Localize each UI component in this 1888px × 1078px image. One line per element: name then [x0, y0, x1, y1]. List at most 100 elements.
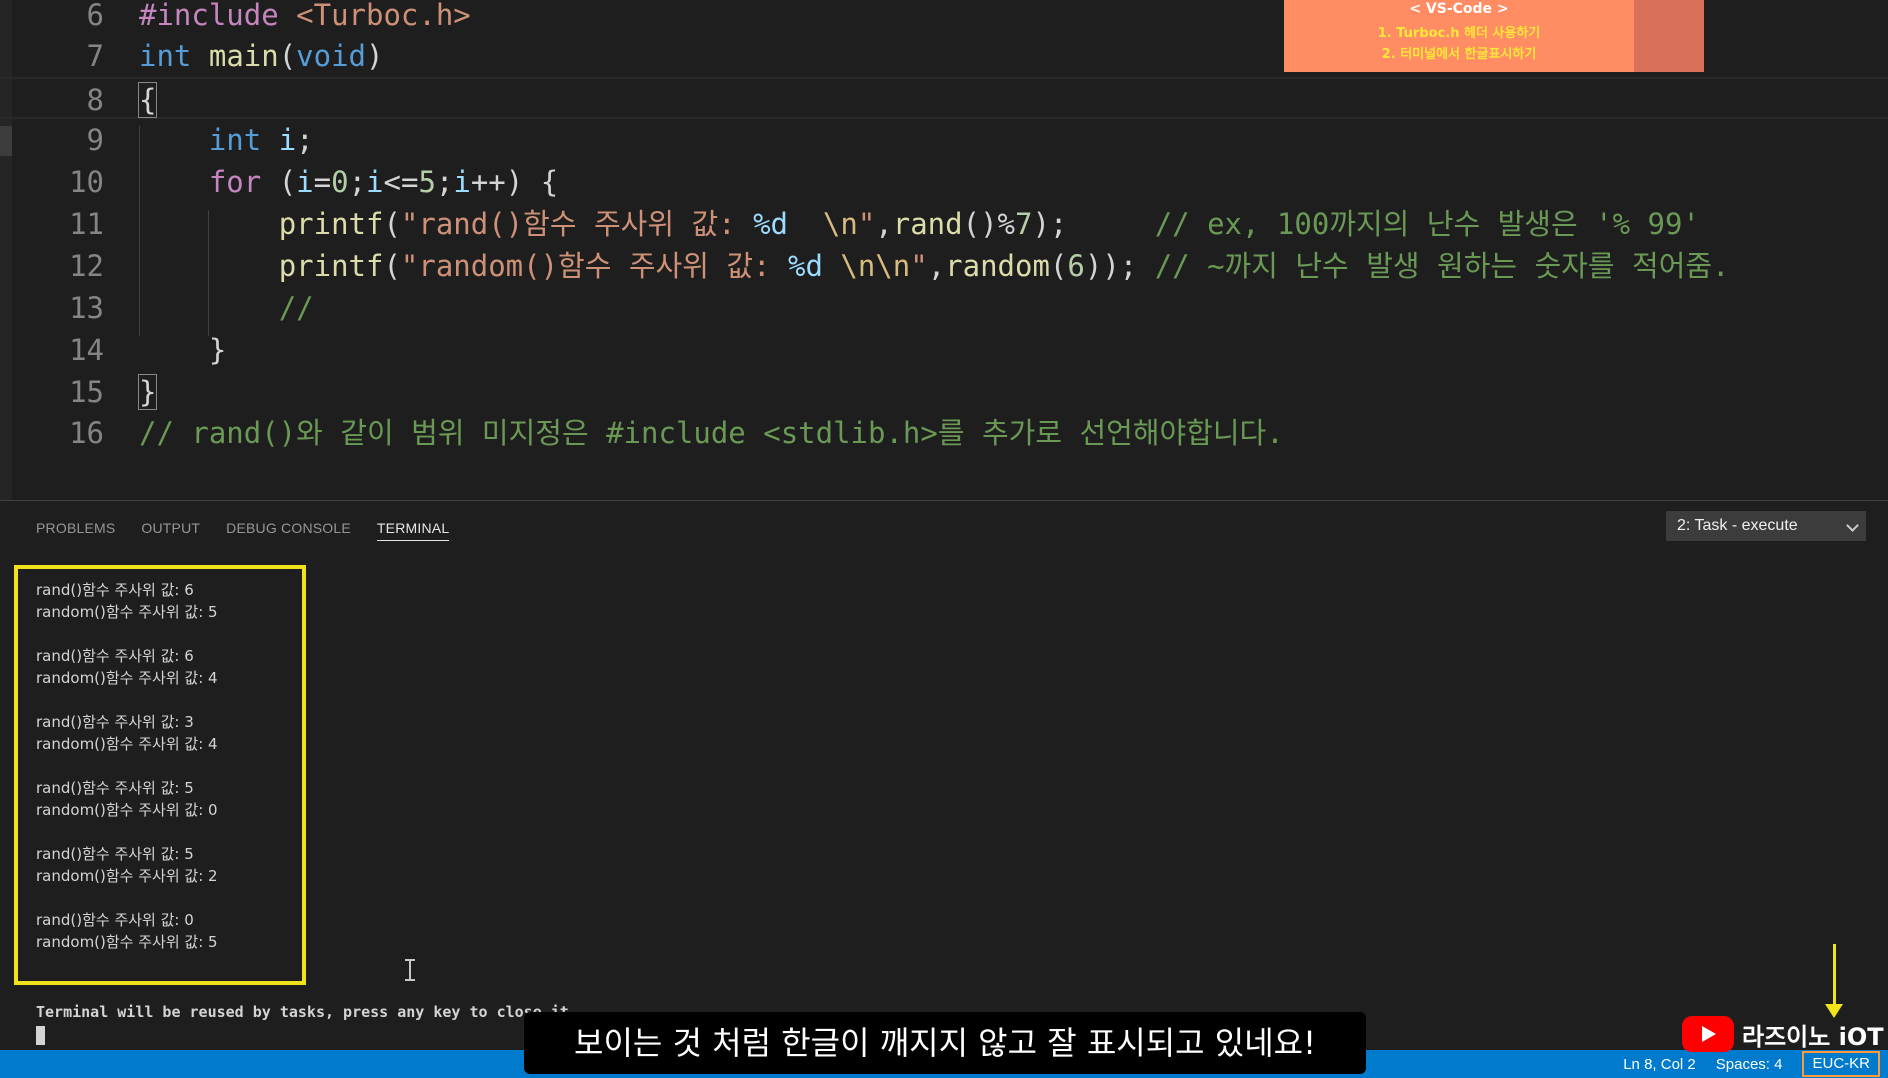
line-number: 10: [69, 165, 104, 199]
token-paren: (: [278, 165, 297, 199]
token-variable: i: [278, 123, 297, 157]
code-line-8[interactable]: 8 {: [0, 77, 1888, 119]
token-function: random: [945, 249, 1050, 283]
token-number: 5: [418, 165, 436, 199]
token-string: "rand()함수 주사위 값:: [400, 207, 754, 241]
line-number: 16: [69, 416, 104, 450]
token-format: %d: [753, 207, 788, 241]
token-string: [788, 207, 823, 241]
code-line-12[interactable]: 12 printf("random()함수 주사위 값: %d \n\n",ra…: [0, 245, 1888, 287]
token-brace: }: [137, 374, 158, 410]
token-function: main: [208, 39, 279, 73]
terminal-line: random()함수 주사위 값: 5: [36, 603, 218, 621]
token-operator: %: [997, 207, 1015, 241]
channel-name: 라즈이노 iOT: [1742, 1022, 1884, 1051]
token-string: ": [857, 207, 876, 241]
token-format: %d: [787, 249, 823, 283]
terminal-line: random()함수 주사위 값: 4: [36, 735, 218, 753]
line-number: 12: [69, 249, 104, 283]
token-paren: (): [962, 207, 998, 241]
token-number: 7: [1015, 207, 1033, 241]
code-editor[interactable]: 6 #include <Turboc.h> 7 int main(void) 8…: [0, 0, 1888, 500]
terminal-cursor: [36, 1026, 45, 1045]
tab-problems[interactable]: PROBLEMS: [36, 517, 115, 547]
token-header: <Turboc.h>: [296, 0, 471, 32]
line-number: 9: [86, 123, 104, 157]
token-semicolon: ;: [348, 165, 367, 199]
line-number: 6: [86, 0, 104, 32]
terminal-output[interactable]: rand()함수 주사위 값: 6 random()함수 주사위 값: 5 ra…: [36, 579, 218, 953]
terminal-reuse-message: Terminal will be reused by tasks, press …: [36, 1003, 578, 1021]
token-comment: // ~까지 난수 발생 원하는 숫자를 적어줌.: [1154, 249, 1730, 283]
terminal-line: random()함수 주사위 값: 2: [36, 867, 218, 885]
token-escape: \n: [822, 207, 858, 241]
token-variable: i: [366, 165, 384, 199]
video-note-overlay: < VS-Code > 1. Turboc.h 헤더 사용하기 2. 터미널에서…: [1284, 0, 1704, 72]
token-string: [823, 249, 840, 283]
line-number: 14: [69, 333, 104, 367]
token-variable: i: [296, 165, 314, 199]
token-function: printf: [278, 249, 384, 283]
code-line-13[interactable]: 13 //: [0, 287, 1888, 329]
token-brace: }: [208, 333, 227, 367]
token-paren: (: [383, 249, 401, 283]
token-comment: //: [278, 291, 314, 325]
code-line-9[interactable]: 9 int i;: [0, 119, 1888, 161]
token-paren: (: [278, 39, 297, 73]
tab-debug-console[interactable]: DEBUG CONSOLE: [226, 517, 351, 547]
terminal-line: random()함수 주사위 값: 4: [36, 669, 218, 687]
status-cursor-position[interactable]: Ln 8, Col 2: [1623, 1056, 1696, 1073]
text-cursor-icon: [404, 959, 416, 981]
terminal-line: rand()함수 주사위 값: 5: [36, 845, 194, 863]
token-operator: =: [313, 165, 332, 199]
status-indentation[interactable]: Spaces: 4: [1716, 1056, 1783, 1073]
tab-output[interactable]: OUTPUT: [141, 517, 200, 547]
terminal-line: rand()함수 주사위 값: 0: [36, 911, 194, 929]
token-operator: <=: [383, 165, 419, 199]
line-number: 15: [69, 375, 104, 409]
line-number: 11: [69, 207, 104, 241]
status-bar-right: Ln 8, Col 2 Spaces: 4 EUC-KR: [1623, 1050, 1880, 1078]
token-brace: {: [540, 165, 559, 199]
terminal-line: random()함수 주사위 값: 5: [36, 933, 218, 951]
token-paren: (: [1049, 249, 1068, 283]
terminal-select[interactable]: 2: Task - execute: [1666, 511, 1866, 541]
note-line: 2. 터미널에서 한글표시하기: [1381, 47, 1537, 62]
token-comma: ,: [875, 207, 893, 241]
token-operator: ++: [470, 165, 506, 199]
code-line-16[interactable]: 16 // rand()와 같이 범위 미지정은 #include <stdli…: [0, 412, 1888, 454]
bottom-panel: PROBLEMS OUTPUT DEBUG CONSOLE TERMINAL 2…: [0, 500, 1888, 1050]
terminal-line: rand()함수 주사위 값: 3: [36, 713, 194, 731]
channel-logo: 라즈이노 iOT: [1682, 1016, 1884, 1052]
token-function: printf: [278, 207, 384, 241]
token-directive: #include: [139, 0, 279, 32]
token-comment: // rand()와 같이 범위 미지정은 #include <stdlib.h…: [139, 416, 1284, 450]
token-semicolon: ;: [435, 165, 454, 199]
token-function: rand: [892, 207, 963, 241]
terminal-select-value: 2: Task - execute: [1677, 517, 1798, 534]
token-number: 6: [1067, 249, 1085, 283]
line-number: 7: [86, 39, 104, 73]
terminal-line: rand()함수 주사위 값: 5: [36, 779, 194, 797]
status-encoding[interactable]: EUC-KR: [1802, 1051, 1880, 1077]
line-number: 8: [86, 83, 104, 117]
code-line-14[interactable]: 14 }: [0, 329, 1888, 371]
youtube-play-icon: [1682, 1016, 1734, 1052]
arrow-down-icon: [1825, 944, 1843, 1020]
token-comma: ,: [927, 249, 946, 283]
code-line-10[interactable]: 10 for (i=0;i<=5;i++) {: [0, 161, 1888, 203]
token-keyword: for: [208, 165, 262, 199]
token-string: ": [910, 249, 928, 283]
token-comment: // ex, 100까지의 난수 발생은 '% 99': [1154, 207, 1700, 241]
token-number: 0: [331, 165, 349, 199]
token-paren: ));: [1084, 249, 1138, 283]
token-paren: );: [1032, 207, 1068, 241]
line-number: 13: [69, 291, 104, 325]
code-line-15[interactable]: 15 }: [0, 371, 1888, 413]
tab-terminal[interactable]: TERMINAL: [376, 517, 450, 541]
token-variable: i: [453, 165, 471, 199]
token-type: int: [208, 123, 262, 157]
token-string: "random()함수 주사위 값:: [400, 249, 788, 283]
code-line-11[interactable]: 11 printf("rand()함수 주사위 값: %d \n",rand()…: [0, 203, 1888, 245]
token-paren: ): [505, 165, 524, 199]
